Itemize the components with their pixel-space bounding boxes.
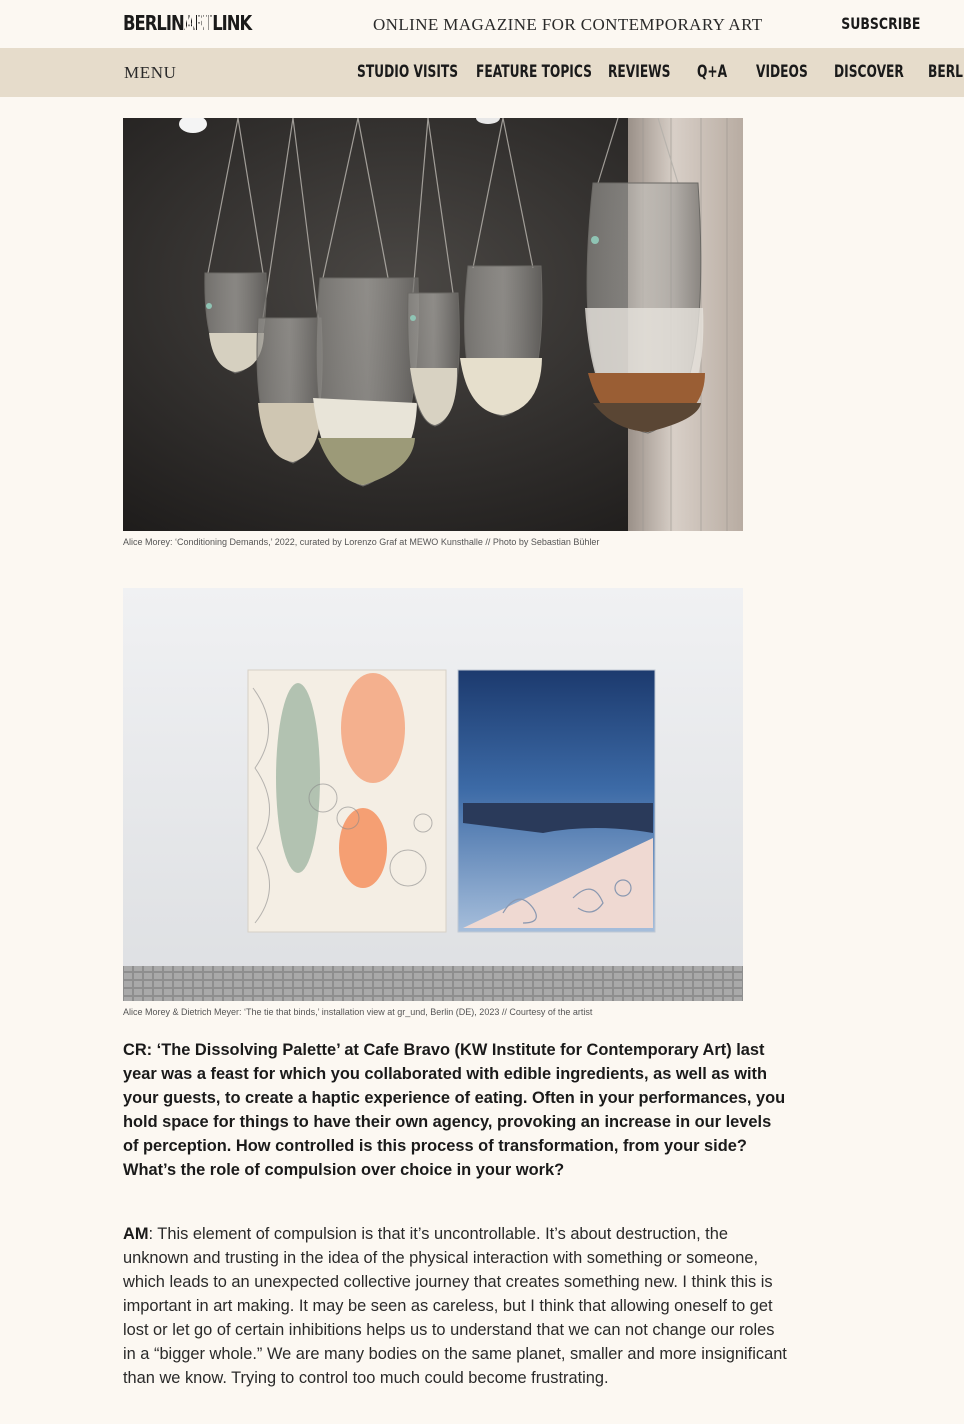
site-tagline: ONLINE MAGAZINE FOR CONTEMPORARY ART bbox=[373, 15, 763, 34]
answer-text: : This element of compulsion is that it’… bbox=[123, 1225, 787, 1387]
logo-link: LINK bbox=[212, 11, 252, 35]
nav-item-reviews[interactable]: REVIEWS bbox=[608, 62, 670, 82]
interview-question: CR: ‘The Dissolving Palette’ at Cafe Bra… bbox=[123, 1041, 786, 1179]
figure-conditioning-demands: Alice Morey: ‘Conditioning Demands,’ 202… bbox=[123, 118, 743, 547]
nav-item-q-and-a[interactable]: Q+A bbox=[697, 62, 727, 82]
figure-caption: Alice Morey & Dietrich Meyer: ‘The tie t… bbox=[123, 1007, 593, 1017]
main-nav: MENU STUDIO VISITS FEATURE TOPICS REVIEW… bbox=[0, 48, 964, 97]
nav-item-studio-visits[interactable]: STUDIO VISITS bbox=[357, 62, 458, 82]
figure-the-tie-that-binds: Alice Morey & Dietrich Meyer: ‘The tie t… bbox=[123, 588, 743, 1017]
installation-view-image bbox=[123, 588, 743, 1001]
logo-berlin: BERLIN bbox=[123, 11, 185, 35]
interview-answer: AM: This element of compulsion is that i… bbox=[123, 1222, 791, 1390]
site-logo[interactable]: BERLINARTLINK bbox=[123, 11, 252, 35]
logo-art: ART bbox=[183, 11, 213, 35]
subscribe-link[interactable]: SUBSCRIBE bbox=[841, 14, 920, 33]
glass-vessels-image bbox=[123, 118, 743, 531]
nav-item-feature-topics[interactable]: FEATURE TOPICS bbox=[476, 62, 592, 82]
photo-installation-view bbox=[123, 588, 743, 1001]
nav-item-videos[interactable]: VIDEOS bbox=[756, 62, 808, 82]
nav-item-berlin[interactable]: BERLIN bbox=[928, 62, 964, 82]
nav-item-discover[interactable]: DISCOVER bbox=[834, 62, 904, 82]
answer-speaker: AM bbox=[123, 1225, 149, 1243]
menu-button[interactable]: MENU bbox=[124, 63, 176, 83]
nav-items: STUDIO VISITS FEATURE TOPICS REVIEWS Q+A… bbox=[357, 62, 964, 82]
photo-glass-vessels bbox=[123, 118, 743, 531]
top-bar: BERLINARTLINK ONLINE MAGAZINE FOR CONTEM… bbox=[0, 0, 964, 48]
figure-caption: Alice Morey: ‘Conditioning Demands,’ 202… bbox=[123, 537, 600, 547]
